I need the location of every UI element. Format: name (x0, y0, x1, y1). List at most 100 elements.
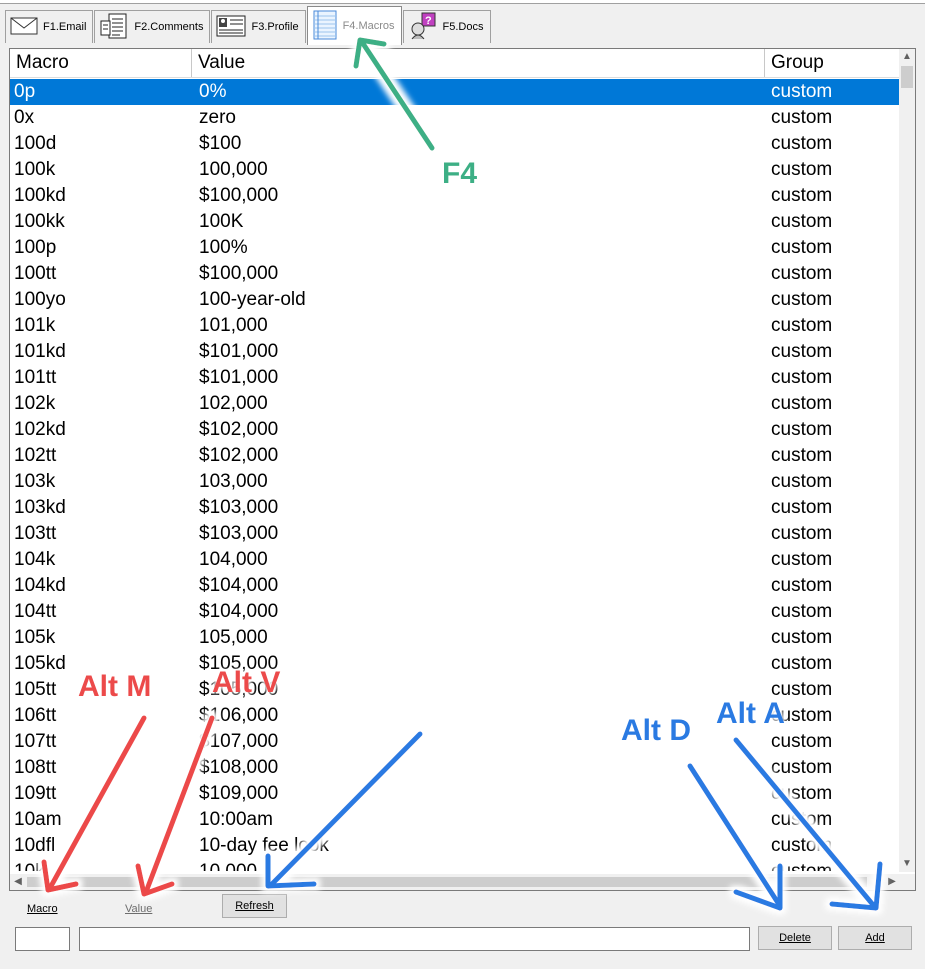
group-cell: custom (771, 419, 833, 440)
value-cell: $102,000 (199, 419, 279, 440)
table-row[interactable]: 101k 101,000 custom (10, 313, 900, 339)
table-row[interactable]: 10dfl 10-day fee look custom (10, 833, 900, 859)
table-row[interactable]: 103k 103,000 custom (10, 469, 900, 495)
value-field-label: Value (125, 903, 153, 915)
macro-field-label: Macro (27, 903, 58, 915)
profile-card-icon (216, 15, 246, 40)
table-row[interactable]: 100d $100 custom (10, 131, 900, 157)
macro-cell: 108tt (14, 757, 57, 778)
f4-annotation: F4 (442, 157, 478, 190)
group-cell: custom (771, 575, 833, 596)
tab-docs[interactable]: ? F5.Docs (402, 10, 491, 44)
group-cell: custom (771, 757, 833, 778)
macro-cell: 100yo (14, 289, 66, 310)
tab-email[interactable]: F1.Email (5, 10, 94, 43)
value-cell: 100-year-old (199, 289, 306, 310)
table-row[interactable]: 108tt $108,000 custom (10, 755, 900, 781)
value-cell: 10,000 (192, 859, 765, 871)
horizontal-scroll-thumb[interactable] (27, 877, 867, 887)
table-row[interactable]: 104k 104,000 custom (10, 547, 900, 573)
table-row[interactable]: 102kd $102,000 custom (10, 417, 900, 443)
scrollbar-corner (899, 874, 915, 890)
value-cell: 10:00am (199, 809, 273, 830)
table-row[interactable]: 0x zero custom (10, 105, 900, 131)
tab-macros-label: F4.Macros (342, 20, 395, 32)
macro-cell: 103kd (14, 497, 66, 518)
value-cell: $109,000 (199, 783, 279, 804)
table-row[interactable]: 107tt $107,000 custom (10, 729, 900, 755)
group-cell: custom (771, 705, 833, 726)
column-header-value[interactable]: Value (192, 49, 765, 77)
value-cell: 100K (199, 211, 244, 232)
table-row[interactable]: 10am 10:00am custom (10, 807, 900, 833)
tab-profile[interactable]: F3.Profile (211, 10, 306, 43)
tab-comments[interactable]: F2.Comments (94, 10, 211, 43)
macro-cell: 106tt (14, 705, 57, 726)
macro-cell: 103k (14, 471, 56, 492)
scroll-down-icon[interactable]: ▼ (899, 856, 915, 872)
group-cell: custom (771, 289, 833, 310)
table-row[interactable]: 102tt $102,000 custom (10, 443, 900, 469)
group-cell: custom (771, 497, 833, 518)
table-row[interactable]: 100kk 100K custom (10, 209, 900, 235)
macro-cell: 101k (14, 315, 56, 336)
group-cell: custom (771, 653, 833, 674)
table-row[interactable]: 10k10,000custom (10, 859, 900, 871)
group-cell: custom (771, 133, 833, 154)
macro-cell: 104tt (14, 601, 57, 622)
table-row[interactable]: 103tt $103,000 custom (10, 521, 900, 547)
scroll-left-icon[interactable]: ◀ (10, 874, 26, 890)
table-row[interactable]: 0p 0% custom (10, 79, 900, 105)
table-row[interactable]: 101kd $101,000 custom (10, 339, 900, 365)
group-cell: custom (771, 185, 833, 206)
group-cell: custom (771, 523, 833, 544)
vertical-scroll-thumb[interactable] (901, 66, 913, 88)
value-cell: 0% (199, 81, 227, 102)
scroll-up-icon[interactable]: ▲ (899, 49, 915, 65)
add-button[interactable]: Add (838, 926, 912, 950)
table-row[interactable]: 100p 100% custom (10, 235, 900, 261)
delete-button[interactable]: Delete (758, 926, 832, 950)
horizontal-scrollbar[interactable]: ◀ ▶ (10, 874, 900, 890)
table-row[interactable]: 105k 105,000 custom (10, 625, 900, 651)
alt-a-annotation: Alt A (716, 697, 785, 730)
table-row[interactable]: 100tt $100,000 custom (10, 261, 900, 287)
value-cell: 100% (199, 237, 248, 258)
tab-email-label: F1.Email (43, 21, 87, 33)
scroll-right-icon[interactable]: ▶ (884, 874, 900, 890)
group-cell: custom (771, 393, 833, 414)
vertical-scrollbar[interactable]: ▲ ▼ (899, 49, 915, 872)
refresh-button[interactable]: Refresh (222, 894, 287, 918)
value-input[interactable] (79, 927, 750, 951)
envelope-icon (10, 16, 38, 39)
value-cell: zero (199, 107, 236, 128)
value-cell: 103,000 (199, 471, 268, 492)
value-cell: $104,000 (199, 601, 279, 622)
macro-input[interactable] (15, 927, 70, 951)
value-cell: $103,000 (199, 523, 279, 544)
group-cell: custom (771, 835, 833, 856)
delete-button-label: Delete (779, 932, 811, 944)
help-docs-icon: ? (408, 11, 438, 44)
column-header-group[interactable]: Group (765, 49, 900, 77)
group-cell: custom (771, 601, 833, 622)
macro-cell: 10k (10, 859, 192, 871)
macro-cell: 100d (14, 133, 57, 154)
group-cell: custom (771, 81, 833, 102)
table-row[interactable]: 102k 102,000 custom (10, 391, 900, 417)
tab-macros[interactable]: F4.Macros (306, 6, 402, 45)
macro-cell: 100p (14, 237, 57, 258)
column-header-macro[interactable]: Macro (10, 49, 192, 77)
table-row[interactable]: 104kd $104,000 custom (10, 573, 900, 599)
value-cell: $108,000 (199, 757, 279, 778)
tab-strip: F1.Email F2.Comments F3.Profile F4.Macro… (5, 6, 492, 45)
table-row[interactable]: 109tt $109,000 custom (10, 781, 900, 807)
table-row[interactable]: 101tt $101,000 custom (10, 365, 900, 391)
value-cell: 104,000 (199, 549, 268, 570)
table-row[interactable]: 100yo 100-year-old custom (10, 287, 900, 313)
value-cell: 10-day fee look (199, 835, 329, 856)
table-row[interactable]: 104tt $104,000 custom (10, 599, 900, 625)
table-row[interactable]: 103kd $103,000 custom (10, 495, 900, 521)
svg-text:?: ? (425, 15, 432, 27)
alt-d-annotation: Alt D (621, 714, 691, 747)
